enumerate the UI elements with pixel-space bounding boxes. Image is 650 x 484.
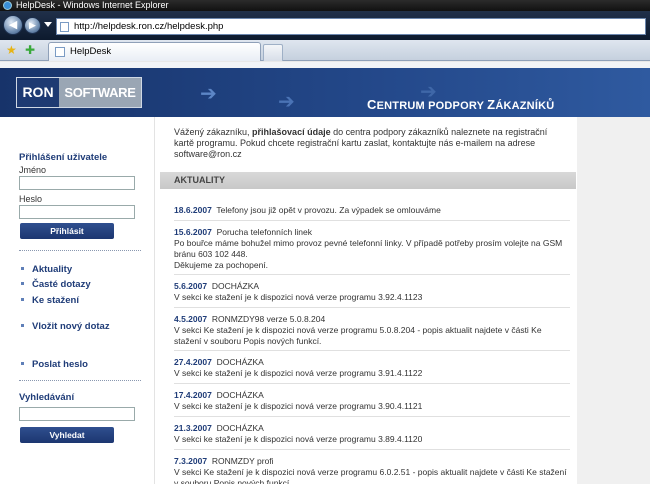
news-title: DOCHÁZKA [216, 390, 264, 400]
back-icon[interactable]: ◀ [3, 15, 23, 35]
window-titlebar: HelpDesk - Windows Internet Explorer [0, 0, 650, 11]
sidebar-item-downloads[interactable]: Ke stažení [21, 295, 79, 306]
banner-title-initial: C [367, 97, 377, 112]
banner-title-part-2: ÁKAZNÍKŮ [495, 100, 555, 112]
sidebar-item-aktuality[interactable]: Aktuality [21, 264, 72, 275]
sidebar-item-faq[interactable]: Časté dotazy [21, 279, 91, 290]
add-favorites-icon[interactable]: ✚ [25, 43, 35, 57]
news-body: V sekci ke stažení je k dispozici nová v… [174, 401, 423, 411]
tab-helpdesk[interactable]: HelpDesk [48, 42, 261, 61]
sidebar-item-label: Vložit nový dotaz [32, 321, 110, 332]
bullet-icon [21, 281, 24, 285]
password-field[interactable] [19, 205, 135, 219]
favorites-star-icon[interactable]: ★ [6, 43, 17, 57]
news-divider [174, 383, 570, 384]
news-date[interactable]: 27.4.2007 [174, 357, 212, 367]
news-divider [174, 350, 570, 351]
intro-part: Vážený zákazníku, [174, 127, 253, 137]
news-date[interactable]: 7.3.2007 [174, 456, 207, 466]
sidebar-item-label: Aktuality [32, 264, 73, 275]
bullet-icon [21, 361, 24, 365]
news-date[interactable]: 17.4.2007 [174, 390, 212, 400]
news-date[interactable]: 21.3.2007 [174, 423, 212, 433]
search-title: Vyhledávání [19, 392, 75, 403]
name-label: Jméno [19, 165, 47, 175]
news-title: DOCHÁZKA [216, 357, 264, 367]
news-date[interactable]: 4.5.2007 [174, 314, 207, 324]
sidebar-item-label: Ke stažení [32, 295, 79, 306]
logo-ron: RON [17, 78, 59, 107]
sidebar-divider [19, 250, 141, 251]
history-dropdown-icon[interactable] [44, 22, 52, 27]
intro-bold: přihlašovací údaje [252, 127, 331, 137]
sidebar-item-send-password[interactable]: Poslat heslo [21, 359, 88, 370]
news-body: V sekci Ke stažení je k dispozici nová v… [174, 325, 542, 346]
address-url[interactable]: http://helpdesk.ron.cz/helpdesk.php [74, 21, 223, 32]
banner-title: CENTRUM PODPORY ZÁKAZNÍKŮ [367, 97, 554, 112]
page-icon [60, 22, 69, 32]
bullet-icon [21, 297, 24, 301]
ie-app-icon [3, 1, 12, 10]
news-item: 7.3.2007 RONMZDY profi V sekci Ke stažen… [174, 456, 570, 484]
window-title: HelpDesk - Windows Internet Explorer [16, 0, 169, 10]
news-title: Porucha telefonních linek [216, 227, 313, 237]
tab-label: HelpDesk [70, 46, 112, 57]
right-margin [577, 117, 650, 484]
news-title: DOCHÁZKA [211, 281, 260, 291]
bullet-icon [21, 266, 24, 270]
news-title: RONMZDY98 verze 5.0.8.204 [211, 314, 326, 324]
sidebar: Přihlášení uživatele Jméno Heslo Přihlás… [0, 117, 155, 484]
news-title: DOCHÁZKA [216, 423, 264, 433]
forward-icon[interactable]: ▶ [24, 17, 41, 34]
news-item: 17.4.2007 DOCHÁZKA V sekci ke stažení je… [174, 390, 570, 412]
sidebar-divider [19, 380, 141, 381]
header-top-stripe [0, 62, 650, 68]
intro-text: Vážený zákazníku, přihlašovací údaje do … [174, 127, 569, 160]
news-item: 21.3.2007 DOCHÁZKA V sekci ke stažení je… [174, 423, 570, 445]
login-button[interactable]: Přihlásit [20, 223, 114, 239]
news-item: 5.6.2007 DOCHÁZKA V sekci ke stažení je … [174, 281, 570, 303]
news-date[interactable]: 5.6.2007 [174, 281, 207, 291]
news-title: RONMZDY profi [211, 456, 274, 466]
new-tab-button[interactable] [263, 44, 283, 61]
web-page: RON SOFTWARE ➔ ➔ ➔ CENTRUM PODPORY ZÁKAZ… [0, 62, 650, 484]
logo-software: SOFTWARE [59, 78, 141, 107]
news-body: V sekci Ke stažení je k dispozici nová v… [174, 467, 567, 484]
main-content: Vážený zákazníku, přihlašovací údaje do … [160, 117, 576, 484]
bullet-icon [21, 323, 24, 327]
search-button[interactable]: Vyhledat [20, 427, 114, 443]
news-divider [174, 274, 570, 275]
news-item: 18.6.2007 Telefony jsou již opět v provo… [174, 205, 570, 216]
news-title: Telefony jsou již opět v provozu. Za výp… [216, 205, 441, 215]
arrow-decor-icon: ➔ [200, 83, 217, 105]
arrow-decor-icon: ➔ [278, 91, 295, 113]
news-body: V sekci ke stažení je k dispozici nová v… [174, 292, 423, 302]
sidebar-item-label: Časté dotazy [32, 279, 91, 290]
sidebar-item-label: Poslat heslo [32, 359, 88, 370]
news-body: Po bouřce máme bohužel mimo provoz pevné… [174, 238, 563, 270]
address-bar[interactable]: http://helpdesk.ron.cz/helpdesk.php [56, 18, 646, 35]
news-divider [174, 220, 570, 221]
address-toolbar: ◀ ▶ http://helpdesk.ron.cz/helpdesk.php [0, 11, 650, 40]
news-body: V sekci ke stažení je k dispozici nová v… [174, 368, 423, 378]
news-divider [174, 416, 570, 417]
news-item: 27.4.2007 DOCHÁZKA V sekci ke stažení je… [174, 357, 570, 379]
news-date[interactable]: 18.6.2007 [174, 205, 212, 215]
name-field[interactable] [19, 176, 135, 190]
section-header-aktuality: AKTUALITY [160, 172, 576, 189]
banner-title-part: ENTRUM PODPORY [376, 100, 488, 112]
search-input[interactable] [19, 407, 135, 421]
sidebar-item-new-question[interactable]: Vložit nový dotaz [21, 321, 110, 332]
news-item: 15.6.2007 Porucha telefonních linek Po b… [174, 227, 570, 271]
news-date[interactable]: 15.6.2007 [174, 227, 212, 237]
news-item: 4.5.2007 RONMZDY98 verze 5.0.8.204 V sek… [174, 314, 570, 347]
password-label: Heslo [19, 194, 43, 204]
news-divider [174, 449, 570, 450]
news-body: V sekci ke stažení je k dispozici nová v… [174, 434, 423, 444]
news-divider [174, 307, 570, 308]
ron-software-logo[interactable]: RON SOFTWARE [16, 77, 142, 108]
page-icon [55, 47, 65, 57]
tab-bar: ★ ✚ HelpDesk [0, 40, 650, 61]
login-title: Přihlášení uživatele [19, 152, 108, 163]
